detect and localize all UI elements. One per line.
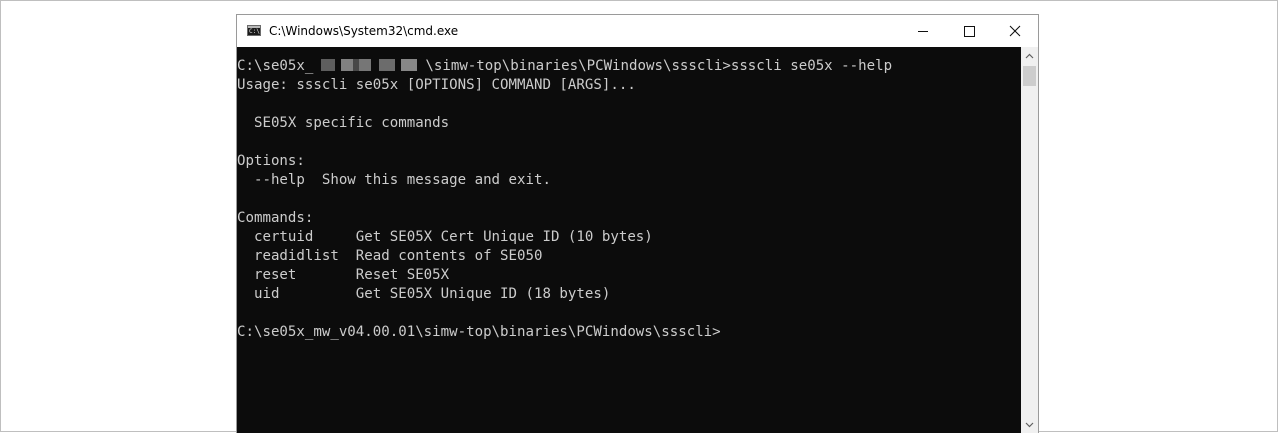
scroll-down-arrow-icon — [1025, 422, 1034, 427]
console-line: C:\se05x_ \simw-top\binaries\PCWindows\ss… — [237, 57, 1021, 76]
close-button[interactable] — [992, 15, 1038, 47]
console-line: Options: — [237, 153, 305, 169]
cmd-icon-label: C:\ — [249, 28, 260, 35]
cmd-window: C:\ C:\Windows\System32\cmd.exe C:\se05x… — [236, 14, 1039, 433]
vertical-scrollbar[interactable] — [1021, 47, 1038, 433]
console-line: reset Reset SE05X — [237, 267, 450, 283]
scroll-up-button[interactable] — [1021, 47, 1038, 64]
minimize-button[interactable] — [900, 15, 946, 47]
console-line: Commands: — [237, 210, 314, 226]
maximize-button[interactable] — [946, 15, 992, 47]
console-line: certuid Get SE05X Cert Unique ID (10 byt… — [237, 229, 653, 245]
console-line: --help Show this message and exit. — [237, 172, 551, 188]
scroll-down-button[interactable] — [1021, 416, 1038, 433]
command-prompt-suffix: \simw-top\binaries\PCWindows\ssscli>sssc… — [425, 58, 893, 74]
maximize-icon — [963, 25, 975, 37]
command-prompt-prefix: C:\se05x_ — [237, 58, 314, 74]
console-output[interactable]: C:\se05x_ \simw-top\binaries\PCWindows\ss… — [237, 47, 1021, 433]
console-line: readidlist Read contents of SE050 — [237, 248, 543, 264]
scrollbar-thumb[interactable] — [1023, 66, 1036, 86]
minimize-icon — [918, 30, 928, 32]
console-line: uid Get SE05X Unique ID (18 bytes) — [237, 286, 611, 302]
redacted-path-segment — [313, 59, 426, 71]
close-icon — [1009, 25, 1021, 37]
cmd-icon[interactable]: C:\ — [247, 25, 261, 36]
console-prompt-line[interactable]: C:\se05x_mw_v04.00.01\simw-top\binaries\… — [237, 323, 1021, 342]
console-line: SE05X specific commands — [237, 115, 450, 131]
window-title: C:\Windows\System32\cmd.exe — [269, 24, 459, 38]
scroll-up-arrow-icon — [1025, 53, 1034, 58]
console-line: Usage: ssscli se05x [OPTIONS] COMMAND [A… — [237, 77, 636, 93]
title-bar[interactable]: C:\ C:\Windows\System32\cmd.exe — [237, 15, 1038, 47]
